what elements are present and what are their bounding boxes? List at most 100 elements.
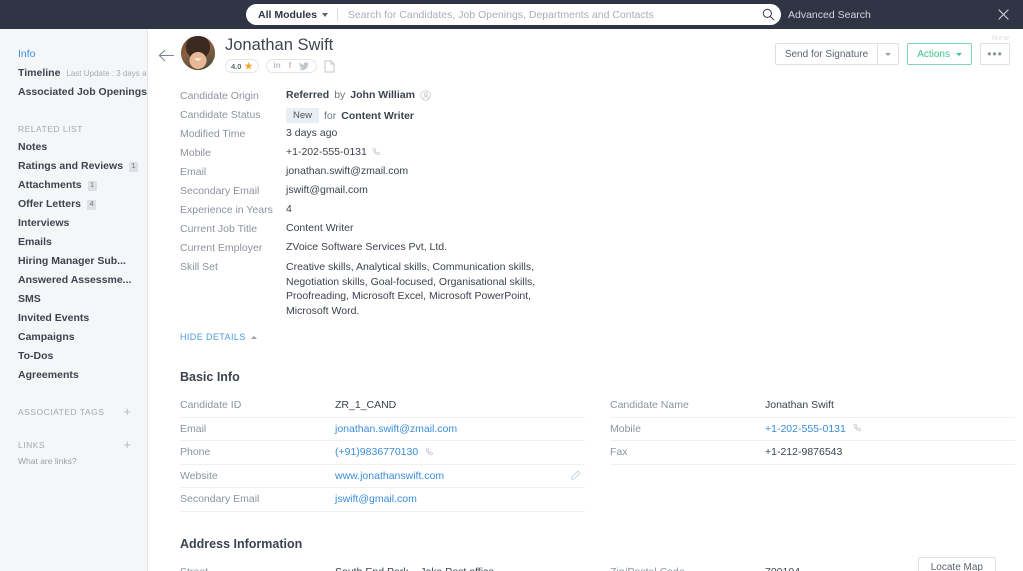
sidebar-item-label: Ratings and Reviews [18,160,123,172]
avatar-image [181,36,215,70]
top-navigation-bar: All Modules Advanced Search [0,0,1023,29]
phone-icon[interactable] [425,447,436,458]
field-value-phone[interactable]: (+91)9836770130 [335,446,436,458]
field-row: Email jonathan.swift@zmail.com [180,418,585,442]
avatar[interactable] [181,36,215,70]
summary-row: Secondary Email jswift@gmail.com [180,184,1023,203]
field-label: Current Employer [180,241,286,254]
sidebar-item-timeline[interactable]: Timeline Last Update : 3 days ago [0,67,147,86]
field-label: Email [180,165,286,178]
field-value: Referred by John William [286,89,431,101]
mobile-value: +1-202-555-0131 [286,146,367,158]
phone-value: (+91)9836770130 [335,446,418,458]
plus-icon[interactable]: + [123,405,131,418]
sidebar-item-campaigns[interactable]: Campaigns [0,331,147,350]
advanced-search-label: Advanced Search [788,9,871,21]
plus-icon[interactable]: + [123,438,131,451]
field-row: Mobile +1-202-555-0131 [610,418,1015,442]
global-search-bar: All Modules [246,4,781,25]
linkedin-icon[interactable]: in [274,62,281,70]
field-value-website[interactable]: www.jonathanswift.com [335,470,444,482]
social-links: in f [266,59,318,73]
field-label: Skill Set [180,260,286,273]
send-for-signature-label: Send for Signature [776,49,877,60]
field-label: Secondary Email [180,493,335,505]
sidebar-item-ratings-and-reviews[interactable]: Ratings and Reviews 1 [0,160,147,179]
search-icon[interactable] [755,4,781,25]
more-icon: ••• [987,47,1003,61]
field-label: Phone [180,446,335,458]
more-options-button[interactable]: New ••• [980,43,1010,65]
origin-value: Referred [286,89,329,101]
sidebar-item-label: Campaigns [18,331,75,343]
sidebar-item-sublabel: Last Update : 3 days ago [66,69,148,78]
section-title: RELATED LIST [18,124,83,134]
summary-row: Candidate Status New for Content Writer [180,108,1023,127]
field-value-mobile[interactable]: +1-202-555-0131 [765,423,864,435]
sidebar-item-associated-job-openings[interactable]: Associated Job Openings 1 [0,86,147,105]
field-label: Mobile [610,423,765,435]
field-label: Mobile [180,146,286,159]
sidebar-item-label: Notes [18,141,47,153]
origin-connector: by [334,89,345,101]
sidebar-item-notes[interactable]: Notes [0,141,147,160]
sidebar-item-offer-letters[interactable]: Offer Letters 4 [0,198,147,217]
status-badge[interactable]: New [286,108,319,123]
facebook-icon[interactable]: f [289,62,292,70]
sidebar-item-label: SMS [18,293,41,305]
phone-icon[interactable] [853,423,864,434]
sidebar-item-attachments[interactable]: Attachments 1 [0,179,147,198]
edit-pencil-icon[interactable] [570,470,581,481]
hide-details-label: HIDE DETAILS [180,332,246,342]
field-value-fax[interactable]: +1-212-9876543 [765,446,842,458]
field-value: 3 days ago [286,127,337,139]
sidebar-item-label: Attachments [18,179,82,191]
sidebar-item-interviews[interactable]: Interviews [0,217,147,236]
actions-button[interactable]: Actions [907,43,972,65]
back-arrow-icon[interactable] [156,45,176,65]
actions-label: Actions [917,49,950,60]
main-content: Jonathan Swift 4.0 ★ in f [148,29,1023,571]
twitter-icon[interactable] [299,62,309,71]
document-icon[interactable] [324,60,335,73]
section-title: Address Information [180,537,1023,551]
field-value[interactable]: Jonathan Swift [765,399,834,411]
sidebar-item-answered-assessments[interactable]: Answered Assessme... [0,274,147,293]
person-add-icon[interactable] [420,90,431,101]
send-for-signature-dropdown[interactable] [878,53,898,56]
field-value-secondary-email[interactable]: jswift@gmail.com [335,493,417,505]
hide-details-toggle[interactable]: HIDE DETAILS [180,332,257,342]
close-icon[interactable] [993,0,1013,29]
field-label: Candidate Status [180,108,286,121]
links-help-text[interactable]: What are links? [0,456,147,466]
field-value[interactable]: 700104 [765,566,800,571]
address-info-right-column: Zip/Postal Code 700104 State/Province We… [610,561,1015,571]
field-value[interactable]: ZR_1_CAND [335,399,396,411]
status-connector: for [324,110,336,122]
advanced-search-link[interactable]: Advanced Search [788,0,871,29]
search-input[interactable] [338,9,755,21]
sidebar-item-invited-events[interactable]: Invited Events [0,312,147,331]
star-icon: ★ [244,62,252,71]
sidebar-item-info[interactable]: Info [0,48,147,67]
summary-row: Mobile +1-202-555-0131 [180,146,1023,165]
sidebar-item-hiring-manager-submissions[interactable]: Hiring Manager Sub... [0,255,147,274]
sidebar-item-to-dos[interactable]: To-Dos [0,350,147,369]
sidebar-item-label: Offer Letters [18,198,81,210]
field-row: Candidate ID ZR_1_CAND [180,394,585,418]
count-badge: 1 [129,162,138,172]
sidebar-item-agreements[interactable]: Agreements [0,369,147,388]
phone-icon[interactable] [372,147,383,158]
header-action-buttons: Send for Signature Actions New ••• [775,43,1010,65]
section-title: Basic Info [180,370,1023,384]
chevron-up-icon [251,336,257,339]
rating-badge[interactable]: 4.0 ★ [225,59,259,73]
field-value: Creative skills, Analytical skills, Comm… [286,260,576,318]
sidebar-item-sms[interactable]: SMS [0,293,147,312]
address-info-left-column: Street South End Park ., Joka Post offic… [180,561,585,571]
send-for-signature-button[interactable]: Send for Signature [775,43,899,65]
sidebar-item-emails[interactable]: Emails [0,236,147,255]
field-value[interactable]: South End Park ., Joka Post office [335,566,494,571]
field-value-email[interactable]: jonathan.swift@zmail.com [335,423,457,435]
modules-filter-dropdown[interactable]: All Modules [246,4,337,25]
